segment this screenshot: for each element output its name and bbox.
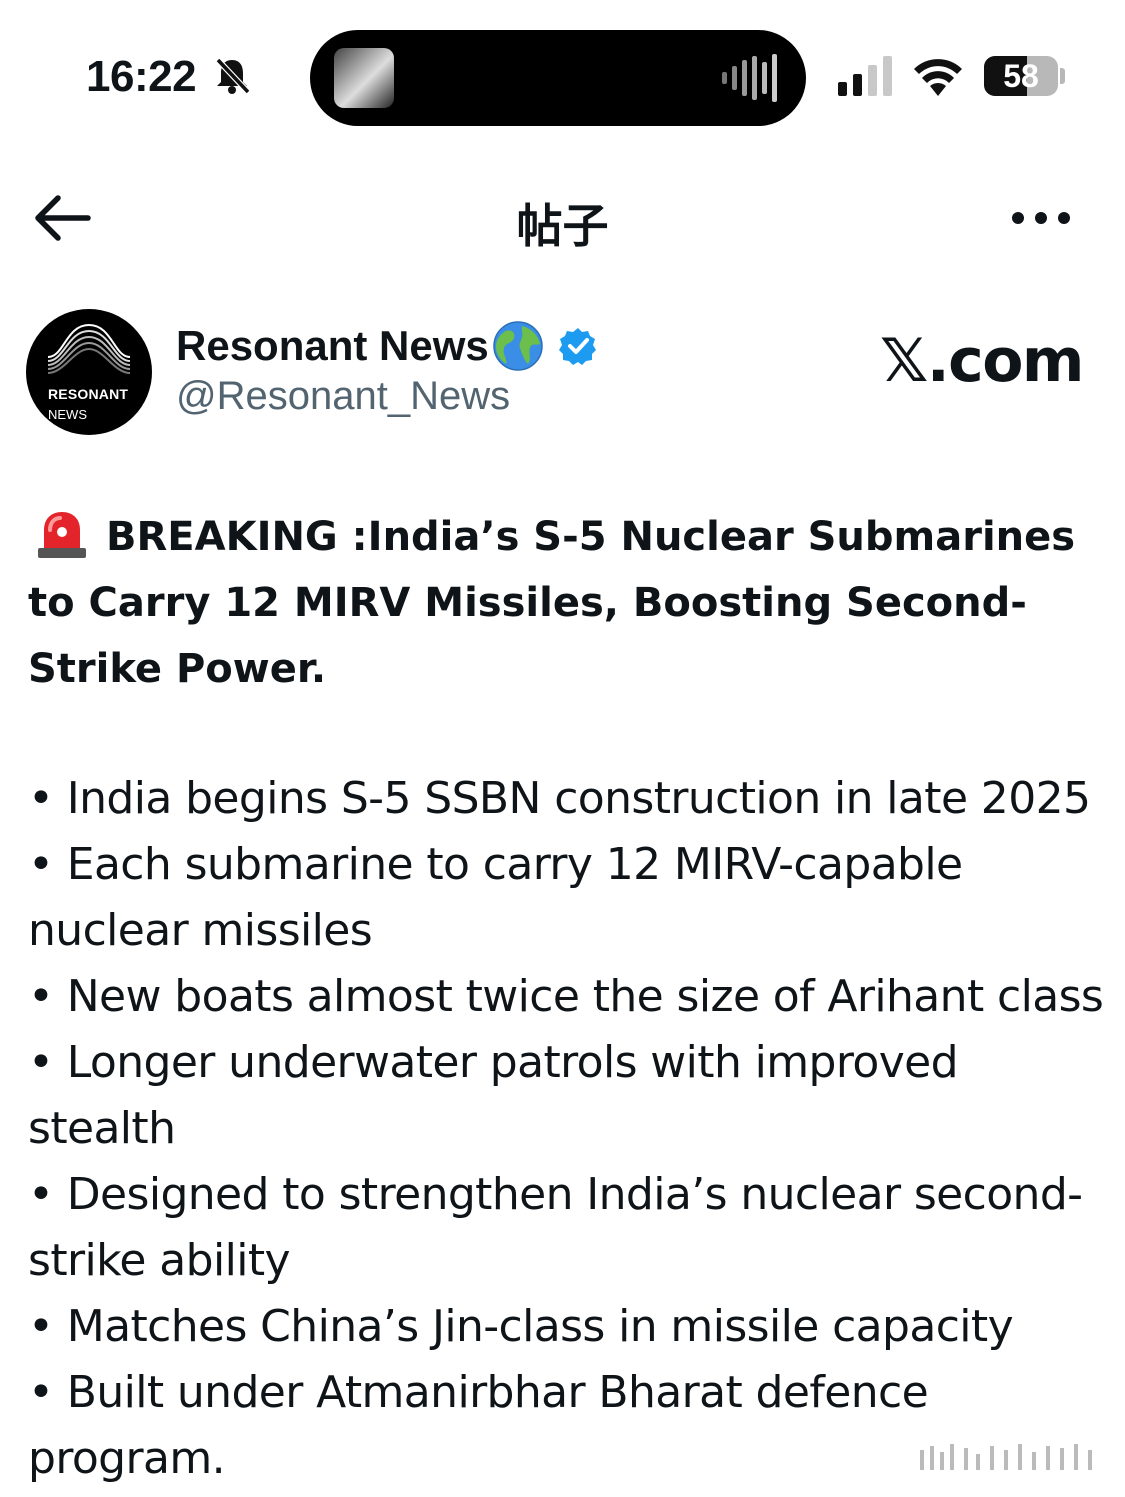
avatar[interactable]: RESONANT NEWS xyxy=(26,309,152,435)
now-playing-artwork[interactable] xyxy=(334,48,394,108)
list-item: • Each submarine to carry 12 MIRV-capabl… xyxy=(28,839,976,956)
list-item: • India begins S-5 SSBN construction in … xyxy=(28,773,1091,824)
list-item: • Designed to strengthen India’s nuclear… xyxy=(28,1169,1083,1286)
nav-bar: 帖子 xyxy=(0,168,1125,268)
siren-icon xyxy=(38,512,86,558)
list-item: • Matches China’s Jin-class in missile c… xyxy=(28,1301,1014,1352)
bell-muted-icon xyxy=(215,57,251,95)
x-com-watermark: 𝕏.com xyxy=(880,326,1084,396)
globe-icon xyxy=(493,321,543,371)
status-time: 16:22 xyxy=(86,52,197,101)
signal-icon xyxy=(838,56,892,96)
list-item: • Longer underwater patrols with improve… xyxy=(28,1037,972,1154)
status-bar: 16:22 58 xyxy=(0,0,1125,150)
more-icon[interactable] xyxy=(1008,196,1074,240)
wifi-icon xyxy=(914,59,962,96)
post-bullet-list: • India begins S-5 SSBN construction in … xyxy=(28,766,1108,1492)
post-headline: BREAKING :India’s S-5 Nuclear Submarines… xyxy=(28,504,1098,702)
avatar-label-2: NEWS xyxy=(48,407,87,422)
author-display-name[interactable]: Resonant News xyxy=(176,322,489,370)
audio-waveform-icon xyxy=(722,54,777,102)
battery-tip xyxy=(1060,68,1065,84)
author-handle[interactable]: @Resonant_News xyxy=(176,374,510,419)
wave-logo-icon xyxy=(47,323,131,374)
verified-badge-icon[interactable] xyxy=(558,326,598,366)
watermark-icon xyxy=(920,1444,1092,1470)
battery-icon: 58 xyxy=(984,56,1058,96)
avatar-label-1: RESONANT xyxy=(48,386,129,402)
page-title: 帖子 xyxy=(516,200,609,252)
battery-percent: 58 xyxy=(1003,58,1039,94)
dynamic-island[interactable] xyxy=(310,30,806,126)
list-item: • New boats almost twice the size of Ari… xyxy=(28,971,1104,1022)
headline-text: BREAKING :India’s S-5 Nuclear Submarines… xyxy=(28,514,1076,692)
